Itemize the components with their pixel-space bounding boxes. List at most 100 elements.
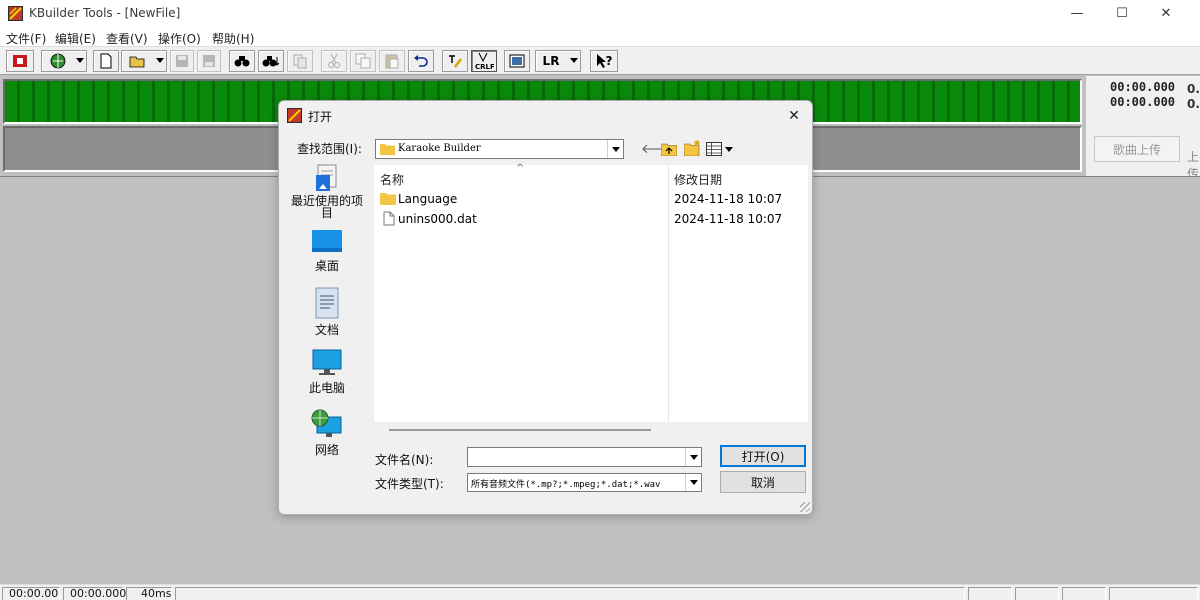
menu-operate[interactable]: 操作(O): [158, 30, 201, 47]
toolbar: CRLF LR ?: [0, 47, 1200, 75]
dialog-title: 打开: [308, 110, 333, 124]
help-question-mark: ?: [605, 54, 613, 68]
place-network-label: 网络: [314, 443, 339, 457]
paste-button[interactable]: [379, 50, 405, 72]
chevron-down-icon[interactable]: [685, 448, 701, 466]
window-icon: [509, 54, 525, 68]
list-item[interactable]: unins000.dat 2024-11-18 10:07: [374, 209, 808, 229]
menu-bar: 文件(F) 编辑(E) 查看(V) 操作(O) 帮助(H): [0, 27, 1200, 47]
menu-file[interactable]: 文件(F): [6, 30, 46, 47]
crlf-button[interactable]: CRLF: [471, 50, 497, 72]
time-display-1: 00:00.000: [1110, 80, 1176, 94]
minimize-button[interactable]: —: [1054, 0, 1100, 27]
horizontal-scrollbar[interactable]: [389, 429, 651, 431]
folder-icon: [380, 144, 395, 155]
chevron-down-icon[interactable]: [156, 58, 164, 63]
lookin-dropdown[interactable]: Karaoke Builder: [375, 139, 624, 159]
lookin-value: Karaoke Builder: [398, 143, 481, 154]
undo-icon: [414, 55, 428, 67]
save-all-icon: [203, 55, 215, 67]
column-header-name[interactable]: 名称: [380, 171, 404, 188]
record-button[interactable]: [6, 50, 34, 72]
file-list[interactable]: 名称 ^ 修改日期 Language 2024-11-18 10:07 unin…: [374, 163, 808, 422]
dialog-close-button[interactable]: ✕: [782, 106, 806, 126]
status-interval: 40ms: [126, 587, 172, 600]
filename-label: 文件名(N):: [375, 453, 434, 467]
chevron-down-icon[interactable]: [607, 140, 623, 158]
find-button[interactable]: [229, 50, 255, 72]
column-header-date[interactable]: 修改日期: [674, 171, 722, 188]
app-logo-icon: [287, 108, 302, 123]
edge-text-2: 0.: [1187, 97, 1200, 111]
new-file-button[interactable]: [93, 50, 119, 72]
record-icon: [13, 55, 27, 67]
desktop-icon: [312, 230, 342, 252]
open-folder-icon: [129, 56, 145, 68]
replace-icon: [293, 54, 307, 69]
scissors-icon: [328, 53, 340, 68]
svg-text:CRLF: CRLF: [475, 63, 494, 70]
paste-icon: [385, 54, 399, 69]
copy-icon: [355, 53, 371, 69]
menu-edit[interactable]: 编辑(E): [55, 30, 96, 47]
chevron-down-icon[interactable]: [685, 474, 701, 491]
context-help-button[interactable]: ?: [590, 50, 618, 72]
cut-button[interactable]: [321, 50, 347, 72]
file-date: 2024-11-18 10:07: [674, 212, 783, 226]
computer-icon: [312, 349, 342, 375]
place-computer-label: 此电脑: [308, 381, 345, 395]
list-item[interactable]: Language 2024-11-18 10:07: [374, 189, 808, 209]
filename-input[interactable]: [467, 447, 702, 467]
find-next-icon: [262, 56, 280, 67]
status-message: [175, 587, 965, 600]
replace-button[interactable]: [287, 50, 313, 72]
menu-view[interactable]: 查看(V): [106, 30, 148, 47]
right-info-panel: 00:00.000 00:00.000 歌曲上传 0. 0. 上传: [1086, 76, 1200, 181]
place-desktop[interactable]: 桌面: [287, 229, 367, 274]
save-all-button[interactable]: [197, 50, 221, 72]
find-next-button[interactable]: [258, 50, 284, 72]
lr-button[interactable]: LR: [535, 50, 581, 72]
window-view-button[interactable]: [504, 50, 530, 72]
place-computer[interactable]: 此电脑: [287, 349, 367, 396]
filetype-dropdown[interactable]: 所有音频文件(*.mp?;*.mpeg;*.dat;*.wav: [467, 473, 702, 492]
cancel-button[interactable]: 取消: [720, 471, 806, 493]
new-folder-icon[interactable]: [684, 140, 701, 156]
globe-button[interactable]: [41, 50, 87, 72]
save-icon: [176, 55, 188, 67]
chevron-down-icon[interactable]: [570, 58, 578, 63]
place-documents[interactable]: 文档: [287, 287, 367, 338]
view-menu-icon[interactable]: [706, 142, 734, 156]
chevron-down-icon[interactable]: [76, 58, 84, 63]
filetype-value: 所有音频文件(*.mp?;*.mpeg;*.dat;*.wav: [471, 480, 661, 490]
new-file-icon: [100, 53, 112, 69]
close-button[interactable]: ✕: [1143, 0, 1189, 27]
song-upload-button[interactable]: 歌曲上传: [1094, 136, 1180, 162]
file-name: unins000.dat: [398, 212, 477, 226]
file-icon: [383, 211, 395, 226]
open-button[interactable]: 打开(O): [720, 445, 806, 467]
window-title: KBuilder Tools - [NewFile]: [29, 6, 181, 20]
place-recent[interactable]: 最近使用的项目: [287, 163, 367, 219]
undo-button[interactable]: [408, 50, 434, 72]
network-icon: [311, 409, 342, 437]
filetype-label: 文件类型(T):: [375, 477, 444, 491]
minimize-icon: —: [1070, 6, 1084, 21]
up-folder-icon[interactable]: [661, 141, 677, 156]
pen-icon: [449, 55, 462, 68]
place-documents-label: 文档: [314, 323, 339, 337]
file-date: 2024-11-18 10:07: [674, 192, 783, 206]
copy-button[interactable]: [350, 50, 376, 72]
maximize-button[interactable]: ☐: [1099, 0, 1145, 27]
menu-help[interactable]: 帮助(H): [212, 30, 254, 47]
folder-icon: [380, 193, 396, 205]
open-file-dialog: 打开 ✕ 查找范围(I): Karaoke Builder 🡐 最近使用的项目 …: [278, 100, 813, 515]
open-button[interactable]: [121, 50, 167, 72]
pen-tool-button[interactable]: [442, 50, 468, 72]
save-button[interactable]: [170, 50, 194, 72]
lookin-label: 查找范围(I):: [297, 142, 362, 156]
globe-icon: [50, 53, 66, 69]
resize-grip[interactable]: [800, 502, 810, 512]
place-network[interactable]: 网络: [287, 409, 367, 458]
status-bar: 00:00.00 00:00.000 40ms: [0, 584, 1200, 600]
